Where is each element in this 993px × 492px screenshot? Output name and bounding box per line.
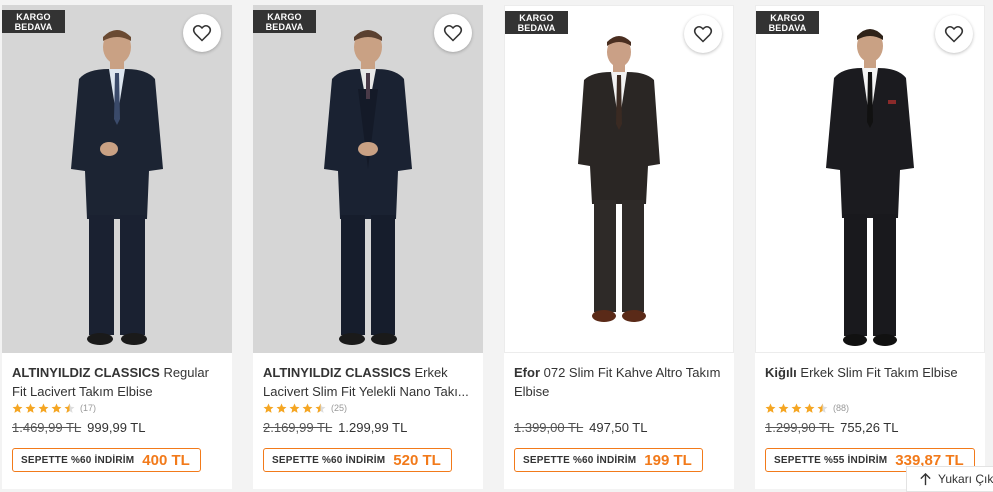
star-icon xyxy=(51,403,62,413)
product-card[interactable]: KARGO BEDAVA Efor 072 Slim Fit Kahve Altr… xyxy=(504,5,734,489)
product-image[interactable]: KARGO BEDAVA xyxy=(2,5,232,353)
product-card[interactable]: KARGO BEDAVA ALTINYILDIZ CLASSICS Regular… xyxy=(2,5,232,489)
price-line: 1.469,99 TL 999,99 TL xyxy=(12,420,145,435)
product-title[interactable]: ALTINYILDIZ CLASSICS Regular Fit Laciver… xyxy=(12,363,224,401)
star-icon xyxy=(25,403,36,413)
arrow-up-icon xyxy=(920,472,931,485)
free-shipping-badge: KARGO BEDAVA xyxy=(253,10,316,33)
product-title[interactable]: Efor 072 Slim Fit Kahve Altro Takım Elbi… xyxy=(514,363,726,401)
star-icon xyxy=(12,403,23,413)
star-icon xyxy=(289,403,300,413)
star-half-icon xyxy=(64,403,75,413)
heart-icon xyxy=(192,25,212,42)
star-icon xyxy=(276,403,287,413)
product-image[interactable]: KARGO BEDAVA xyxy=(755,5,985,353)
product-brand: ALTINYILDIZ CLASSICS xyxy=(12,365,160,380)
star-icon xyxy=(778,403,789,413)
model-image xyxy=(324,30,412,345)
product-brand: Efor xyxy=(514,365,540,380)
price-line: 2.169,99 TL 1.299,99 TL xyxy=(263,420,407,435)
heart-icon xyxy=(693,26,713,43)
model-image xyxy=(71,30,163,345)
old-price: 1.469,99 TL xyxy=(12,420,82,435)
product-title[interactable]: ALTINYILDIZ CLASSICS Erkek Lacivert Slim… xyxy=(263,363,475,401)
product-name: 072 Slim Fit Kahve Altro Takım Elbise xyxy=(514,365,721,399)
rating-stars: (88) xyxy=(765,402,849,414)
heart-icon xyxy=(944,26,964,43)
favorite-button[interactable] xyxy=(183,14,221,52)
price-line: 1.299,90 TL 755,26 TL xyxy=(765,420,898,435)
rating-stars: (17) xyxy=(12,402,96,414)
star-icon xyxy=(765,403,776,413)
cart-price: 199 TL xyxy=(644,451,692,469)
current-price: 1.299,99 TL xyxy=(338,420,408,435)
favorite-button[interactable] xyxy=(684,15,722,53)
product-title[interactable]: Kiğılı Erkek Slim Fit Takım Elbise xyxy=(765,363,977,382)
star-icon xyxy=(38,403,49,413)
cart-discount-box: SEPETTE %60 İNDİRİM 520 TL xyxy=(263,448,452,472)
free-shipping-badge: KARGO BEDAVA xyxy=(2,10,65,33)
cart-discount-label: SEPETTE %60 İNDİRİM xyxy=(272,454,386,466)
current-price: 755,26 TL xyxy=(840,420,899,435)
scroll-to-top-button[interactable]: Yukarı Çık xyxy=(906,466,993,492)
price-line: 1.399,00 TL 497,50 TL xyxy=(514,420,647,435)
favorite-button[interactable] xyxy=(434,14,472,52)
product-card[interactable]: KARGO BEDAVA Kiğılı Erkek Slim Fit Takım … xyxy=(755,5,985,489)
cart-discount-label: SEPETTE %60 İNDİRİM xyxy=(523,454,637,466)
star-half-icon xyxy=(817,403,828,413)
old-price: 1.299,90 TL xyxy=(765,420,835,435)
current-price: 999,99 TL xyxy=(87,420,146,435)
star-half-icon xyxy=(315,403,326,413)
star-icon xyxy=(263,403,274,413)
model-image xyxy=(826,29,914,346)
scroll-to-top-label: Yukarı Çık xyxy=(938,472,993,486)
heart-icon xyxy=(443,25,463,42)
cart-discount-box: SEPETTE %60 İNDİRİM 400 TL xyxy=(12,448,201,472)
cart-price: 520 TL xyxy=(393,451,441,469)
old-price: 2.169,99 TL xyxy=(263,420,333,435)
free-shipping-badge: KARGO BEDAVA xyxy=(505,11,568,34)
product-image[interactable]: KARGO BEDAVA xyxy=(504,5,734,353)
star-icon xyxy=(804,403,815,413)
cart-discount-label: SEPETTE %60 İNDİRİM xyxy=(21,454,135,466)
free-shipping-badge: KARGO BEDAVA xyxy=(756,11,819,34)
current-price: 497,50 TL xyxy=(589,420,648,435)
cart-price: 400 TL xyxy=(142,451,190,469)
cart-discount-label: SEPETTE %55 İNDİRİM xyxy=(774,454,888,466)
product-card[interactable]: KARGO BEDAVA ALTINYILDIZ CLASSICS Erkek L… xyxy=(253,5,483,489)
rating-count: (25) xyxy=(331,403,348,413)
rating-count: (88) xyxy=(833,403,850,413)
cart-discount-box: SEPETTE %60 İNDİRİM 199 TL xyxy=(514,448,703,472)
product-name: Erkek Slim Fit Takım Elbise xyxy=(800,365,958,380)
product-brand: ALTINYILDIZ CLASSICS xyxy=(263,365,411,380)
rating-stars: (25) xyxy=(263,402,347,414)
product-grid: KARGO BEDAVA ALTINYILDIZ CLASSICS Regular… xyxy=(0,0,993,489)
model-image xyxy=(578,36,660,322)
product-brand: Kiğılı xyxy=(765,365,797,380)
favorite-button[interactable] xyxy=(935,15,973,53)
star-icon xyxy=(302,403,313,413)
product-image[interactable]: KARGO BEDAVA xyxy=(253,5,483,353)
old-price: 1.399,00 TL xyxy=(514,420,584,435)
star-icon xyxy=(791,403,802,413)
rating-count: (17) xyxy=(80,403,97,413)
